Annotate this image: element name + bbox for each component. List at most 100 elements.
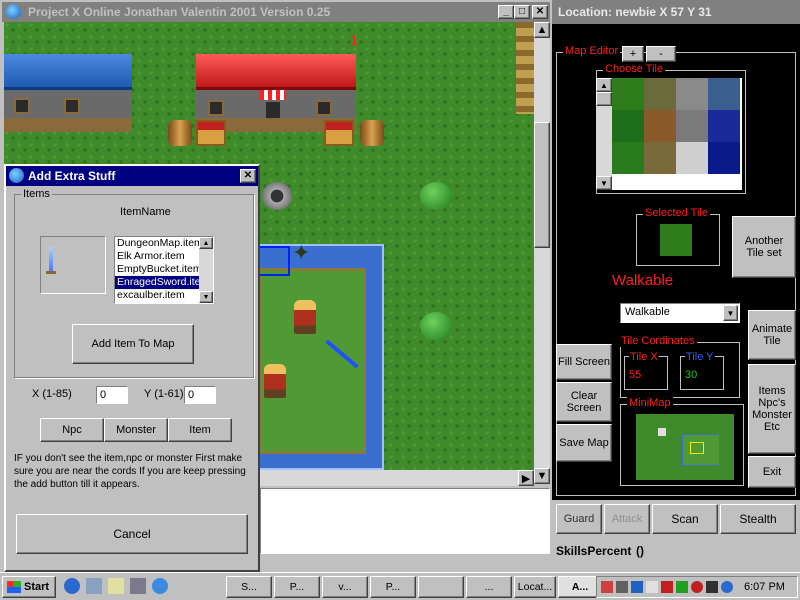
- computer-icon[interactable]: [130, 578, 146, 594]
- tile-swatch[interactable]: [612, 78, 644, 110]
- tray-icon[interactable]: [601, 581, 613, 593]
- item-list-entry[interactable]: Elk Armor.item: [115, 250, 199, 263]
- taskbar-task-button[interactable]: Locat...: [514, 576, 556, 598]
- scan-button[interactable]: Scan: [652, 504, 718, 534]
- tile-palette[interactable]: ▲ ▼: [596, 78, 742, 190]
- tile-swatch[interactable]: [644, 110, 676, 142]
- network-icon[interactable]: [86, 578, 102, 594]
- item-list-scrollbar[interactable]: ▲ ▼: [199, 237, 213, 303]
- tile-swatch[interactable]: [676, 78, 708, 110]
- tile-swatch[interactable]: [644, 78, 676, 110]
- save-map-button[interactable]: Save Map: [556, 424, 612, 462]
- notepad-icon[interactable]: [108, 578, 124, 594]
- start-button[interactable]: Start: [2, 576, 56, 598]
- selected-tile-swatch: [660, 224, 692, 256]
- barrel: [360, 120, 384, 146]
- bush: [420, 312, 452, 340]
- close-button[interactable]: ✕: [532, 5, 548, 19]
- tile-swatch[interactable]: [612, 110, 644, 142]
- maximize-button[interactable]: □: [514, 5, 530, 19]
- items-npc-monster-button[interactable]: Items Npc's Monster Etc: [748, 364, 796, 454]
- skills-area: SkillsPercent (): [552, 538, 800, 572]
- tray-icon[interactable]: [721, 581, 733, 593]
- game-hscrollbar[interactable]: ▶: [260, 470, 534, 486]
- y-input[interactable]: 0: [184, 386, 216, 404]
- skills-value: (): [636, 544, 644, 558]
- tray-icon[interactable]: [706, 581, 718, 593]
- items-group-label: Items: [21, 188, 52, 200]
- tray-icon[interactable]: [676, 581, 688, 593]
- item-list-entry[interactable]: EnragedSword.item: [115, 275, 200, 290]
- stone-well: [262, 182, 292, 210]
- another-tile-set-button[interactable]: Another Tile set: [732, 216, 796, 278]
- item-list-entry[interactable]: excaulber.item: [115, 289, 199, 302]
- walkable-status: Walkable: [612, 272, 674, 289]
- tile-coordinates-label: Tile Cordinates: [619, 335, 697, 347]
- taskbar-task-button[interactable]: S...: [226, 576, 272, 598]
- tile-swatch[interactable]: [676, 110, 708, 142]
- minimap[interactable]: [636, 414, 734, 480]
- x-input[interactable]: 0: [96, 386, 128, 404]
- dialog-titlebar[interactable]: Add Extra Stuff ✕: [6, 166, 258, 186]
- minimize-button[interactable]: _: [498, 5, 514, 19]
- tile-swatch[interactable]: [676, 142, 708, 174]
- tray-icon[interactable]: [661, 581, 673, 593]
- guard-button[interactable]: Guard: [556, 504, 602, 534]
- game-vscrollbar[interactable]: ▲ ▼: [534, 22, 550, 484]
- clock[interactable]: 6:07 PM: [744, 581, 785, 593]
- tile-grid[interactable]: [612, 78, 740, 174]
- x-input-value: 0: [100, 389, 107, 401]
- item-button[interactable]: Item: [168, 418, 232, 442]
- attack-button[interactable]: Attack: [604, 504, 650, 534]
- item-list[interactable]: DungeonMap.item Elk Armor.item EmptyBucket…: [115, 237, 200, 302]
- tile-swatch[interactable]: [644, 142, 676, 174]
- tile-palette-scrollbar[interactable]: ▲ ▼: [596, 78, 612, 190]
- tray-icon[interactable]: [646, 581, 658, 593]
- tile-swatch[interactable]: [708, 78, 740, 110]
- minus-button[interactable]: -: [646, 46, 676, 62]
- taskbar-task-button[interactable]: P...: [274, 576, 320, 598]
- bat-creature: ✦: [292, 240, 311, 265]
- tile-swatch[interactable]: [612, 142, 644, 174]
- speaker-icon[interactable]: [616, 581, 628, 593]
- bush: [420, 182, 452, 210]
- skills-label: SkillsPercent: [556, 544, 632, 558]
- tile-x-label: Tile X: [629, 351, 659, 363]
- item-list-entry[interactable]: DungeonMap.item: [115, 237, 199, 250]
- blue-house: [4, 54, 132, 140]
- cancel-button[interactable]: Cancel: [16, 514, 248, 554]
- fill-screen-button[interactable]: Fill Screen: [556, 344, 612, 380]
- ie-icon[interactable]: [152, 578, 168, 594]
- plus-button[interactable]: +: [622, 46, 644, 62]
- tile-swatch[interactable]: [708, 142, 740, 174]
- taskbar-task-button[interactable]: v...: [322, 576, 368, 598]
- stealth-button[interactable]: Stealth: [720, 504, 796, 534]
- add-item-to-map-button[interactable]: Add Item To Map: [72, 324, 194, 364]
- item-list-entry[interactable]: EmptyBucket.item: [115, 263, 199, 276]
- tile-swatch[interactable]: [708, 110, 740, 142]
- minimap-label: MiniMap: [627, 397, 673, 409]
- chat-box[interactable]: [260, 488, 550, 554]
- npc-button[interactable]: Npc: [40, 418, 104, 442]
- game-window-titlebar[interactable]: Project X Online Jonathan Valentin 2001 …: [2, 2, 550, 22]
- choose-tile-label: Choose Tile: [603, 63, 666, 75]
- item-listbox[interactable]: DungeonMap.item Elk Armor.item EmptyBucket…: [114, 236, 214, 304]
- add-extra-stuff-dialog: Add Extra Stuff ✕ Items ItemName Dungeon…: [4, 164, 260, 572]
- dialog-close-button[interactable]: ✕: [240, 169, 256, 183]
- animate-tile-button[interactable]: Animate Tile: [748, 310, 796, 360]
- tile-y-label: Tile Y: [685, 351, 715, 363]
- taskbar-task-button[interactable]: ...: [466, 576, 512, 598]
- tray-icon[interactable]: [691, 581, 703, 593]
- taskbar-task-button[interactable]: P...: [370, 576, 416, 598]
- location-bar: Location: newbie X 57 Y 31: [552, 0, 800, 24]
- map-editor-label: Map Editor: [563, 45, 621, 57]
- taskbar-task-button[interactable]: [418, 576, 464, 598]
- chevron-down-icon[interactable]: ▼: [723, 305, 738, 321]
- walkable-select-value: Walkable: [625, 306, 670, 318]
- walkable-select[interactable]: Walkable ▼: [620, 303, 740, 323]
- monster-button[interactable]: Monster: [104, 418, 168, 442]
- tray-icon[interactable]: [631, 581, 643, 593]
- exit-button[interactable]: Exit: [748, 456, 796, 488]
- browser-icon[interactable]: [64, 578, 80, 594]
- clear-screen-button[interactable]: Clear Screen: [556, 382, 612, 422]
